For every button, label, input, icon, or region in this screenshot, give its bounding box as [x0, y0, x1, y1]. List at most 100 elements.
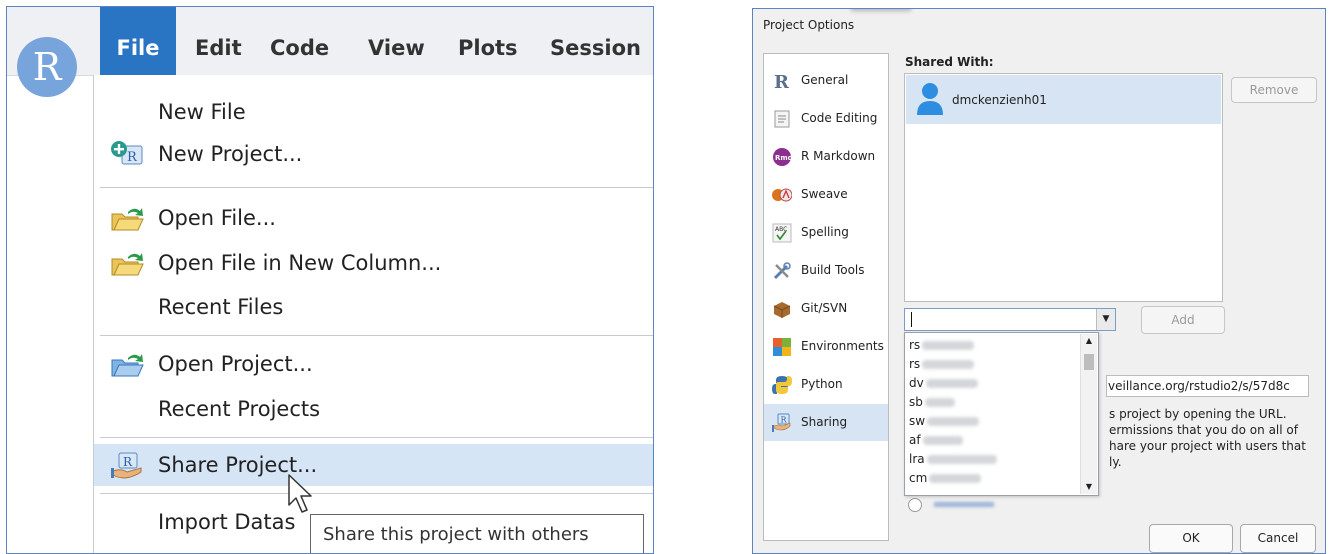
- dropdown-item-prefix: lra: [909, 452, 925, 466]
- scrollbar-thumb[interactable]: [1084, 354, 1094, 370]
- menu-item-label: Import Datas: [158, 510, 296, 534]
- environments-icon: [773, 338, 791, 356]
- nav-item-sharing[interactable]: R Sharing: [764, 404, 888, 441]
- menu-item-share-project[interactable]: R Share Project...: [94, 444, 653, 486]
- nav-item-r-markdown[interactable]: Rmd R Markdown: [764, 138, 888, 175]
- svg-text:R: R: [127, 150, 138, 165]
- dropdown-item-prefix: af: [909, 433, 921, 447]
- user-combo-input[interactable]: ▼: [904, 308, 1116, 331]
- menu-item-open-project[interactable]: Open Project...: [94, 343, 653, 385]
- nav-item-environments[interactable]: Environments: [764, 328, 888, 365]
- shared-with-label: Shared With:: [905, 55, 994, 69]
- project-options-dialog: Project Options R General Code Editing R…: [752, 8, 1326, 554]
- svg-text:R: R: [774, 72, 790, 91]
- dropdown-scrollbar[interactable]: ▲ ▼: [1080, 334, 1097, 494]
- dropdown-item-prefix: rs: [909, 338, 921, 352]
- cancel-button[interactable]: Cancel: [1240, 524, 1316, 553]
- dropdown-item[interactable]: rs: [909, 336, 1079, 355]
- blurred-link-text: [934, 502, 994, 507]
- dropdown-item-prefix: sw: [909, 414, 926, 428]
- sharing-info-text: s project by opening the URL.: [1109, 407, 1287, 421]
- nav-item-code-editing[interactable]: Code Editing: [764, 100, 888, 137]
- share-url-field[interactable]: veillance.org/rstudio2/s/57d8c: [1106, 375, 1309, 397]
- dropdown-item[interactable]: rs: [909, 355, 1079, 374]
- menu-item-label: Open File...: [158, 206, 276, 230]
- dropdown-item[interactable]: dv: [909, 374, 1079, 393]
- menu-item-open-file-new-column[interactable]: Open File in New Column...: [94, 242, 653, 284]
- open-folder-icon: [111, 208, 144, 231]
- python-icon: [772, 376, 792, 394]
- scroll-down-icon[interactable]: ▼: [1081, 480, 1097, 494]
- nav-item-label: Spelling: [801, 225, 849, 239]
- text-caret: [911, 312, 912, 327]
- redacted-text: [922, 436, 963, 445]
- menu-view[interactable]: View: [368, 7, 425, 75]
- menu-file[interactable]: File: [100, 7, 176, 75]
- menu-edit[interactable]: Edit: [195, 7, 242, 75]
- sharing-info-text: hare your project with users that: [1109, 439, 1306, 453]
- menu-plots[interactable]: Plots: [458, 7, 518, 75]
- svg-text:Rmd: Rmd: [775, 154, 792, 162]
- menu-separator: [100, 493, 653, 494]
- menu-item-label: Open File in New Column...: [158, 251, 442, 275]
- git-svn-icon: [773, 302, 791, 318]
- rmarkdown-icon: Rmd: [773, 148, 792, 166]
- share-project-icon: R: [111, 452, 142, 479]
- nav-item-label: Environments: [801, 339, 884, 353]
- nav-item-python[interactable]: Python: [764, 366, 888, 403]
- shared-with-list[interactable]: dmckenzienh01: [904, 73, 1223, 302]
- menu-item-label: Recent Projects: [158, 397, 321, 421]
- redacted-text: [922, 341, 975, 350]
- nav-item-git-svn[interactable]: Git/SVN: [764, 290, 888, 327]
- menu-item-recent-projects[interactable]: Recent Projects: [94, 388, 653, 430]
- dropdown-item[interactable]: af: [909, 431, 1079, 450]
- blurred-titlebar-text: [851, 9, 911, 11]
- user-dropdown-list[interactable]: rs rs dv sb sw af lra cm ▲ ▼: [904, 332, 1099, 496]
- dropdown-item[interactable]: sb: [909, 393, 1079, 412]
- dialog-title: Project Options: [763, 18, 855, 32]
- r-logo-icon: R: [774, 72, 790, 91]
- menu-item-recent-files[interactable]: Recent Files: [94, 286, 653, 328]
- svg-text:R: R: [781, 416, 788, 425]
- nav-item-general[interactable]: R General: [764, 62, 888, 99]
- redacted-text: [926, 455, 997, 464]
- options-nav: R General Code Editing Rmd R Markdown Sw…: [763, 53, 889, 541]
- new-project-icon: R: [111, 141, 143, 165]
- dropdown-item[interactable]: sw: [909, 412, 1079, 431]
- dropdown-item[interactable]: cm: [909, 469, 1079, 488]
- dropdown-item-prefix: sb: [909, 395, 923, 409]
- rstudio-file-menu-panel: R File Edit Code View Plots Session New …: [6, 6, 654, 554]
- nav-item-label: Git/SVN: [801, 301, 848, 315]
- menu-item-new-file[interactable]: New File: [94, 91, 653, 133]
- user-avatar-icon: [917, 83, 943, 115]
- svg-text:R: R: [123, 455, 133, 469]
- nav-item-label: Sharing: [801, 415, 848, 429]
- nav-item-sweave[interactable]: Sweave: [764, 176, 888, 213]
- code-editing-icon: [774, 110, 790, 128]
- ok-button[interactable]: OK: [1149, 524, 1233, 553]
- redacted-text: [922, 360, 975, 369]
- menu-code[interactable]: Code: [270, 7, 329, 75]
- remove-button[interactable]: Remove: [1231, 77, 1317, 103]
- redacted-text: [924, 398, 955, 407]
- nav-item-label: Python: [801, 377, 843, 391]
- menu-session[interactable]: Session: [550, 7, 641, 75]
- scroll-up-icon[interactable]: ▲: [1081, 334, 1097, 348]
- redacted-text: [929, 474, 982, 483]
- dropdown-item[interactable]: lra: [909, 450, 1079, 469]
- open-folder-icon: [111, 253, 144, 276]
- menu-item-open-file[interactable]: Open File...: [94, 197, 653, 239]
- nav-item-label: R Markdown: [801, 149, 876, 163]
- shared-user-row[interactable]: dmckenzienh01: [906, 75, 1221, 124]
- nav-item-build-tools[interactable]: Build Tools: [764, 252, 888, 289]
- radio-button[interactable]: [908, 498, 922, 512]
- menu-item-label: Open Project...: [158, 352, 313, 376]
- menu-item-new-project[interactable]: R New Project...: [94, 133, 653, 175]
- menu-separator: [100, 335, 653, 336]
- nav-item-spelling[interactable]: ABC Spelling: [764, 214, 888, 251]
- dropdown-item-prefix: rs: [909, 357, 921, 371]
- add-button[interactable]: Add: [1141, 306, 1225, 334]
- chevron-down-icon[interactable]: ▼: [1096, 309, 1115, 330]
- menu-item-label: New File: [158, 100, 246, 124]
- spelling-icon: ABC: [772, 223, 792, 243]
